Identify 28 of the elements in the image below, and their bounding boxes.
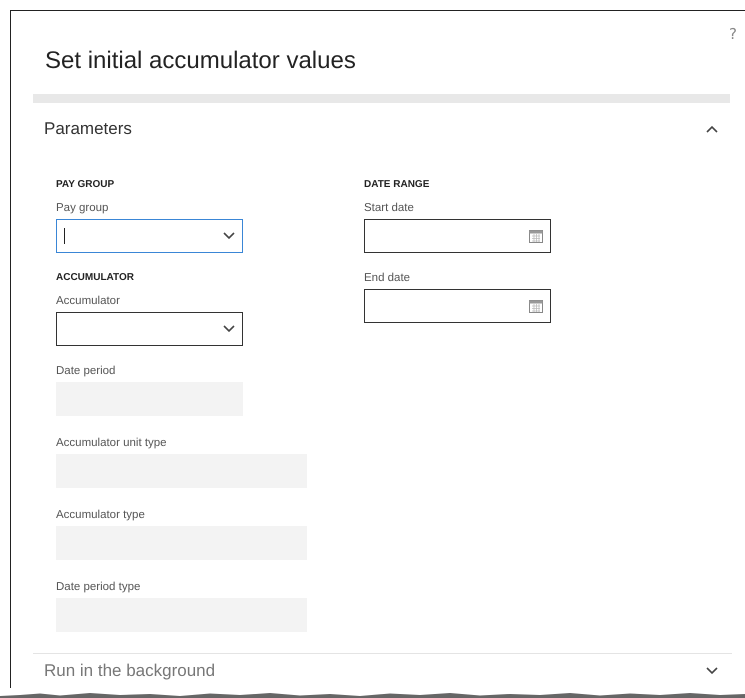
field-label: Accumulator <box>56 295 121 307</box>
dialog-title: Set initial accumulator values <box>45 47 357 75</box>
field-label: End date <box>364 272 412 284</box>
field-label: Accumulator type <box>56 509 146 521</box>
calendar-icon[interactable] <box>529 229 543 243</box>
field-label: Accumulator unit type <box>56 437 168 449</box>
calendar-icon[interactable] <box>529 299 543 313</box>
field-label: Date period <box>56 365 116 377</box>
dropdown-chevron-icon <box>223 232 235 240</box>
section-title: Parameters <box>44 119 132 139</box>
collapse-chevron-icon <box>706 125 718 133</box>
group-heading: ACCUMULATOR <box>56 272 135 283</box>
section-title: Run in the background <box>44 661 216 681</box>
section-header[interactable]: Run in the background <box>33 653 732 688</box>
field-label: Date period type <box>56 581 142 593</box>
group-heading: DATE RANGE <box>364 179 430 190</box>
field-label: Pay group <box>56 202 110 214</box>
text-cursor <box>64 228 65 244</box>
field-label: Start date <box>364 202 415 214</box>
expand-chevron-icon <box>706 667 718 675</box>
dropdown-field[interactable] <box>56 219 243 253</box>
help-button[interactable]: ? <box>729 25 737 43</box>
date-field[interactable] <box>364 289 551 323</box>
dropdown-chevron-icon <box>223 325 235 333</box>
section-header[interactable]: Parameters <box>33 103 732 155</box>
dropdown-field[interactable] <box>56 312 243 346</box>
group-heading: PAY GROUP <box>56 179 116 190</box>
date-field[interactable] <box>364 219 551 253</box>
